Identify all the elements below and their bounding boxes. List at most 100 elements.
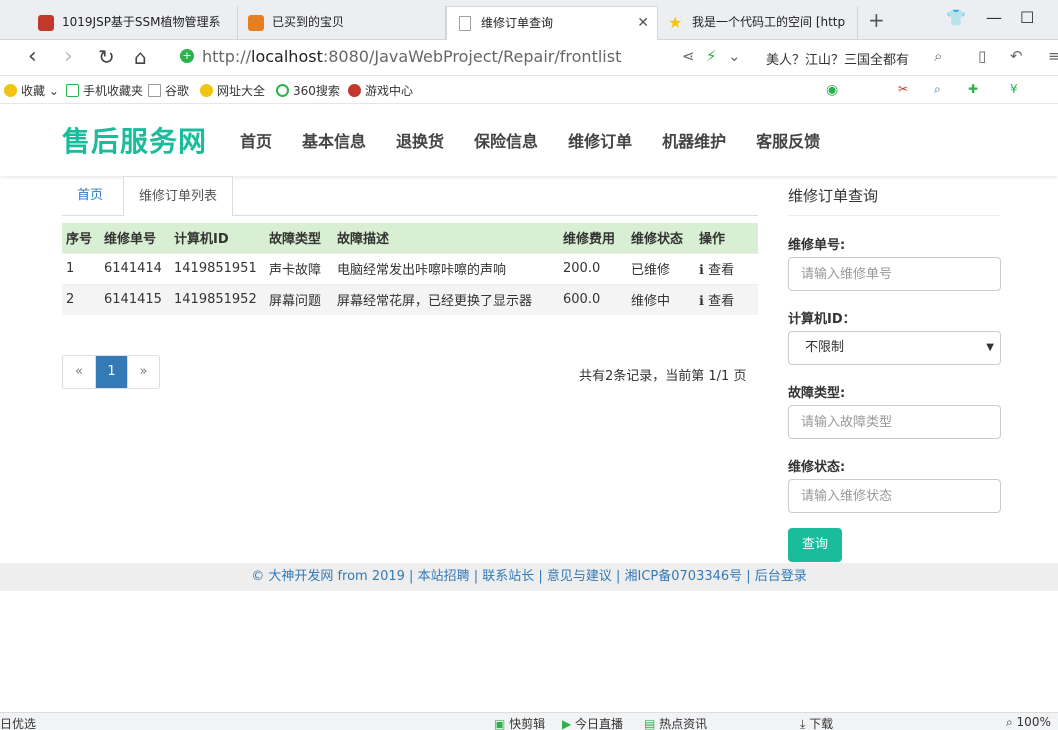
browser-tab-1[interactable]: 1019JSP基于SSM植物管理系 bbox=[28, 6, 238, 40]
phone-icon[interactable]: ▯ bbox=[978, 47, 986, 65]
star-icon bbox=[4, 84, 17, 97]
bookmark-mobile[interactable]: 手机收藏夹 bbox=[66, 82, 143, 99]
menu-icon[interactable]: ≡ bbox=[1048, 47, 1058, 65]
news-ticker[interactable]: 美人？江山？三国全都有 bbox=[766, 49, 909, 68]
order-no-label: 维修单号: bbox=[788, 238, 846, 253]
browser-tab-3-active[interactable]: 维修订单查询 ✕ bbox=[446, 6, 658, 40]
extension-icon[interactable]: ◉ bbox=[826, 82, 838, 98]
bookmark-google[interactable]: 谷歌 bbox=[148, 82, 189, 99]
nav-home[interactable]: 首页 bbox=[240, 128, 272, 152]
cell-pc-id: 1419851951 bbox=[170, 252, 265, 284]
tab-title: 1019JSP基于SSM植物管理系 bbox=[62, 15, 221, 29]
status-live[interactable]: ▶ 今日直播 bbox=[562, 715, 623, 730]
repair-status-label: 维修状态: bbox=[788, 460, 846, 475]
tab-repair-order-list[interactable]: 维修订单列表 bbox=[123, 176, 234, 217]
cell-fault-desc: 屏幕经常花屏，已经更换了显示器 bbox=[333, 283, 559, 315]
browser-tab-2[interactable]: 已买到的宝贝 bbox=[238, 6, 446, 40]
query-button[interactable]: 查询 bbox=[788, 528, 842, 562]
cell-fee: 200.0 bbox=[559, 252, 627, 284]
bookmarks-bar: 收藏 ⌄ 手机收藏夹 谷歌 网址大全 360搜索 游戏中心 ◉ ✂ ⌕ ✚ ¥ bbox=[0, 76, 1058, 104]
minimize-icon[interactable]: — bbox=[986, 8, 1002, 27]
forward-icon[interactable]: › bbox=[64, 44, 73, 70]
view-link[interactable]: ℹ 查看 bbox=[695, 252, 758, 284]
site-favicon-icon bbox=[38, 15, 54, 31]
share-icon[interactable]: ⋖ bbox=[682, 47, 695, 65]
cell-status: 已维修 bbox=[627, 252, 695, 284]
home-icon[interactable]: ⌂ bbox=[134, 44, 147, 70]
page-1-button[interactable]: 1 bbox=[95, 356, 127, 388]
tab-home[interactable]: 首页 bbox=[62, 176, 118, 217]
new-tab-button[interactable]: + bbox=[868, 8, 885, 32]
bookmark-favorites[interactable]: 收藏 ⌄ bbox=[4, 82, 59, 99]
table-header-row: 序号 维修单号 计算机ID 故障类型 故障描述 维修费用 维修状态 操作 bbox=[62, 223, 758, 253]
chevron-down-icon: ▼ bbox=[986, 342, 994, 353]
nav-basic-info[interactable]: 基本信息 bbox=[302, 128, 366, 152]
address-bar: ‹ › ↻ ⌂ + http://localhost:8080/JavaWebP… bbox=[0, 40, 1058, 76]
status-download[interactable]: ⤓ 下载 bbox=[800, 715, 833, 730]
cell-status: 维修中 bbox=[627, 283, 695, 315]
site-header: 售后服务网 首页 基本信息 退换货 保险信息 维修订单 机器维护 客服反馈 bbox=[0, 104, 1058, 176]
nav-feedback[interactable]: 客服反馈 bbox=[756, 128, 820, 152]
order-no-input[interactable] bbox=[788, 257, 1001, 291]
maximize-icon[interactable]: ☐ bbox=[1020, 8, 1034, 27]
play-icon: ▶ bbox=[562, 717, 576, 730]
cell-order-no: 6141414 bbox=[100, 252, 170, 284]
prev-page-button[interactable]: « bbox=[63, 356, 95, 388]
chevron-down-icon[interactable]: ⌄ bbox=[728, 47, 741, 65]
cell-no: 1 bbox=[62, 252, 100, 284]
game-controller-icon[interactable]: ✚ bbox=[968, 82, 978, 96]
search-icon[interactable]: ⌕ bbox=[934, 47, 942, 65]
column-header: 故障类型 bbox=[265, 223, 333, 253]
cell-fault-desc: 电脑经常发出咔嚓咔嚓的声响 bbox=[333, 252, 559, 284]
shirt-icon[interactable]: 👕 bbox=[946, 8, 966, 27]
url-field[interactable]: + http://localhost:8080/JavaWebProject/R… bbox=[172, 43, 752, 71]
pc-id-select[interactable]: 不限制 ▼ bbox=[788, 331, 1001, 365]
nav-insurance[interactable]: 保险信息 bbox=[474, 128, 538, 152]
tab-title: 已买到的宝贝 bbox=[272, 15, 345, 29]
column-header: 维修单号 bbox=[100, 223, 170, 253]
tab-title: 维修订单查询 bbox=[481, 16, 554, 30]
column-header: 维修费用 bbox=[559, 223, 627, 253]
fault-type-input[interactable] bbox=[788, 405, 1001, 439]
cell-fault-type: 屏幕问题 bbox=[265, 283, 333, 315]
phone-icon bbox=[66, 84, 79, 97]
status-quick-clip[interactable]: ▣ 快剪辑 bbox=[494, 715, 545, 730]
bookmark-hao[interactable]: 网址大全 bbox=[200, 82, 265, 99]
column-header: 计算机ID bbox=[170, 223, 265, 253]
lightning-icon[interactable]: ⚡ bbox=[706, 47, 717, 65]
nav-returns[interactable]: 退换货 bbox=[396, 128, 444, 152]
browser-tab-4[interactable]: ★ 我是一个代码工的空间 [http bbox=[658, 6, 858, 40]
column-header: 故障描述 bbox=[333, 223, 559, 253]
cell-fee: 600.0 bbox=[559, 283, 627, 315]
game-icon bbox=[348, 84, 361, 97]
status-zoom[interactable]: ⌕ 100% bbox=[1006, 715, 1051, 730]
tab-title: 我是一个代码工的空间 [http bbox=[692, 15, 846, 29]
column-header: 维修状态 bbox=[627, 223, 695, 253]
close-icon[interactable]: ✕ bbox=[637, 7, 649, 39]
zoom-icon: ⌕ bbox=[1006, 715, 1017, 729]
browser-tab-bar: 1019JSP基于SSM植物管理系 已买到的宝贝 维修订单查询 ✕ ★ 我是一个… bbox=[0, 0, 1058, 40]
money-icon[interactable]: ¥ bbox=[1010, 82, 1018, 96]
next-page-button[interactable]: » bbox=[127, 356, 159, 388]
nav-maintenance[interactable]: 机器维护 bbox=[662, 128, 726, 152]
table-row: 2 6141415 1419851952 屏幕问题 屏幕经常花屏，已经更换了显示… bbox=[62, 283, 758, 315]
site-logo[interactable]: 售后服务网 bbox=[62, 120, 207, 160]
url-path: :8080/JavaWebProject/Repair/frontlist bbox=[322, 47, 622, 66]
pc-id-label: 计算机ID： bbox=[788, 312, 856, 327]
view-link[interactable]: ℹ 查看 bbox=[695, 283, 758, 315]
star-icon: ★ bbox=[668, 13, 683, 32]
bookmark-games[interactable]: 游戏中心 bbox=[348, 82, 413, 99]
scissors-icon[interactable]: ✂ bbox=[898, 82, 908, 96]
site-footer[interactable]: © 大神开发网 from 2019 | 本站招聘 | 联系站长 | 意见与建议 … bbox=[0, 563, 1058, 591]
cell-order-no: 6141415 bbox=[100, 283, 170, 315]
scissors-icon: ▣ bbox=[494, 717, 510, 730]
reload-icon[interactable]: ↻ bbox=[98, 44, 115, 70]
search-icon[interactable]: ⌕ bbox=[934, 82, 941, 97]
undo-icon[interactable]: ↶ bbox=[1010, 47, 1023, 65]
repair-status-input[interactable] bbox=[788, 479, 1001, 513]
360-icon bbox=[276, 84, 289, 97]
bookmark-360[interactable]: 360搜索 bbox=[276, 82, 340, 99]
status-news[interactable]: ▤ 热点资讯 bbox=[644, 715, 707, 730]
nav-repair-orders[interactable]: 维修订单 bbox=[568, 128, 632, 152]
back-icon[interactable]: ‹ bbox=[28, 44, 37, 70]
